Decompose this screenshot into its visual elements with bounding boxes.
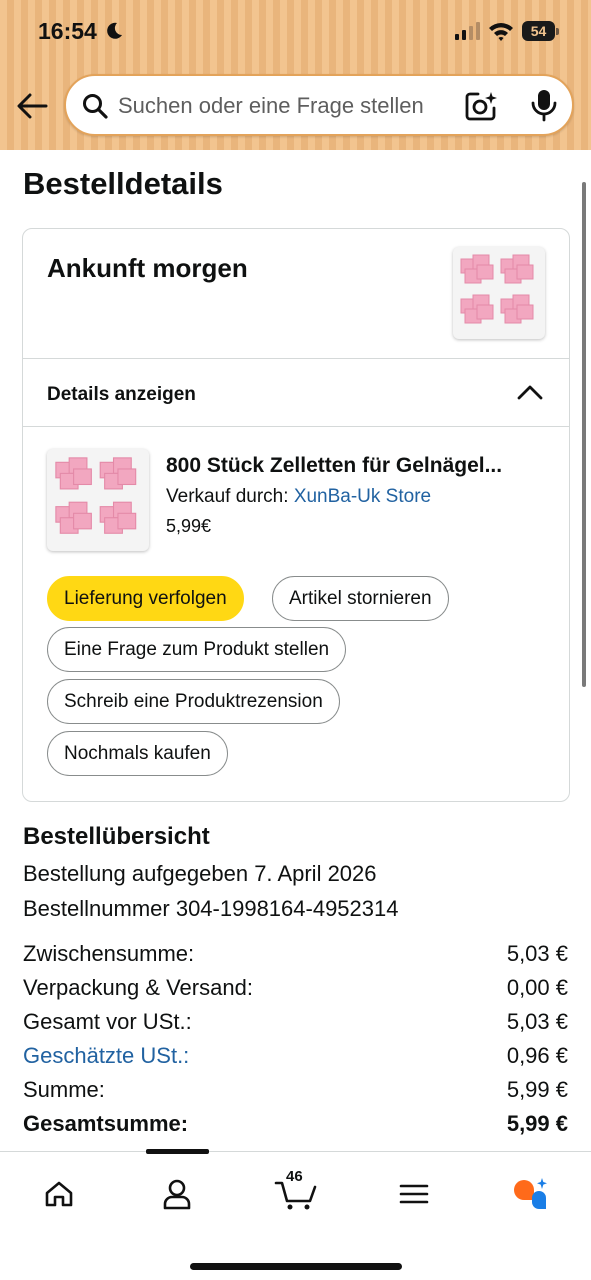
summary-title: Bestellübersicht: [23, 823, 210, 850]
seller-prefix: Verkauf durch:: [166, 486, 289, 507]
back-arrow-icon: [17, 93, 48, 119]
active-tab-indicator: [146, 1149, 209, 1154]
summary-row-pretax: Gesamt vor USt.: 5,03 €: [23, 1009, 568, 1035]
nav-cart[interactable]: 46: [272, 1168, 320, 1214]
scrollbar[interactable]: [582, 182, 586, 687]
summary-value: 5,99 €: [506, 1077, 568, 1102]
battery-icon: 54: [522, 21, 560, 41]
account-icon: [163, 1179, 191, 1210]
camera-search-icon[interactable]: [464, 90, 498, 122]
order-number: Bestellnummer 304-1998164-4952314: [23, 896, 399, 921]
rufus-icon: [514, 1178, 547, 1209]
summary-label: Summe:: [23, 1077, 105, 1102]
menu-icon: [399, 1184, 429, 1204]
shipment-card: Ankunft morgen Details anzeigen 800 Stüc…: [22, 228, 570, 802]
signal-icon: [455, 22, 480, 40]
nav-home[interactable]: [37, 1174, 81, 1214]
product-image: [460, 254, 534, 324]
summary-label: Zwischensumme:: [23, 941, 195, 966]
item-price: 5,99€: [166, 516, 212, 536]
summary-label: Gesamtsumme:: [23, 1111, 189, 1136]
item-image: [55, 457, 137, 534]
status-time: 16:54: [38, 18, 97, 44]
seller-line: Verkauf durch: XunBa-Uk Store: [166, 486, 431, 508]
search-input[interactable]: [118, 90, 458, 122]
app-header: 16:54 54: [0, 0, 591, 150]
battery-level: 54: [522, 21, 555, 41]
summary-value: 5,03 €: [506, 941, 568, 966]
page-title: Bestelldetails: [23, 166, 223, 201]
details-toggle[interactable]: Details anzeigen: [23, 359, 569, 427]
moon-icon: [107, 22, 122, 39]
summary-label: Gesamt vor USt.:: [23, 1009, 192, 1034]
product-thumbnail[interactable]: [453, 247, 545, 339]
bottom-nav: 46: [0, 1149, 591, 1280]
search-bar: [64, 74, 574, 136]
divider: [23, 426, 569, 427]
estimated-tax-link[interactable]: Geschätzte USt.:: [23, 1043, 189, 1069]
back-button[interactable]: [14, 90, 50, 122]
summary-row-total: Gesamtsumme: 5,99 €: [23, 1111, 568, 1137]
cancel-item-button[interactable]: Artikel stornieren: [272, 576, 449, 621]
nav-menu[interactable]: [392, 1174, 436, 1214]
item-thumbnail[interactable]: [47, 449, 149, 551]
summary-value: 5,03 €: [506, 1009, 568, 1034]
nav-account[interactable]: [155, 1174, 199, 1214]
summary-value: 0,00 €: [506, 975, 568, 1000]
search-icon: [83, 94, 108, 119]
wifi-icon: [489, 23, 513, 41]
summary-row-sum: Summe: 5,99 €: [23, 1077, 568, 1103]
home-indicator: [190, 1263, 402, 1270]
summary-value: 0,96 €: [506, 1043, 568, 1068]
summary-row-tax: Geschätzte USt.: 0,96 €: [23, 1043, 568, 1069]
microphone-icon[interactable]: [530, 88, 558, 122]
summary-value: 5,99 €: [506, 1111, 568, 1136]
ask-question-button[interactable]: Eine Frage zum Produkt stellen: [47, 627, 347, 672]
nav-rufus[interactable]: [508, 1174, 552, 1214]
track-delivery-button[interactable]: Lieferung verfolgen: [47, 576, 244, 621]
home-icon: [45, 1181, 73, 1207]
summary-label: Verpackung & Versand:: [23, 975, 253, 1000]
seller-link[interactable]: XunBa-Uk Store: [294, 486, 431, 507]
cart-count: 46: [286, 1168, 303, 1185]
product-title[interactable]: 800 Stück Zelletten für Gelnägel...: [166, 454, 556, 478]
write-review-button[interactable]: Schreib eine Produktrezension: [47, 679, 340, 724]
summary-row-subtotal: Zwischensumme: 5,03 €: [23, 941, 568, 967]
chevron-up-icon: [517, 385, 543, 400]
buy-again-button[interactable]: Nochmals kaufen: [47, 731, 228, 776]
arrival-status: Ankunft morgen: [47, 253, 248, 283]
summary-row-shipping: Verpackung & Versand: 0,00 €: [23, 975, 568, 1001]
details-label: Details anzeigen: [47, 384, 196, 405]
order-date: Bestellung aufgegeben 7. April 2026: [23, 861, 377, 886]
